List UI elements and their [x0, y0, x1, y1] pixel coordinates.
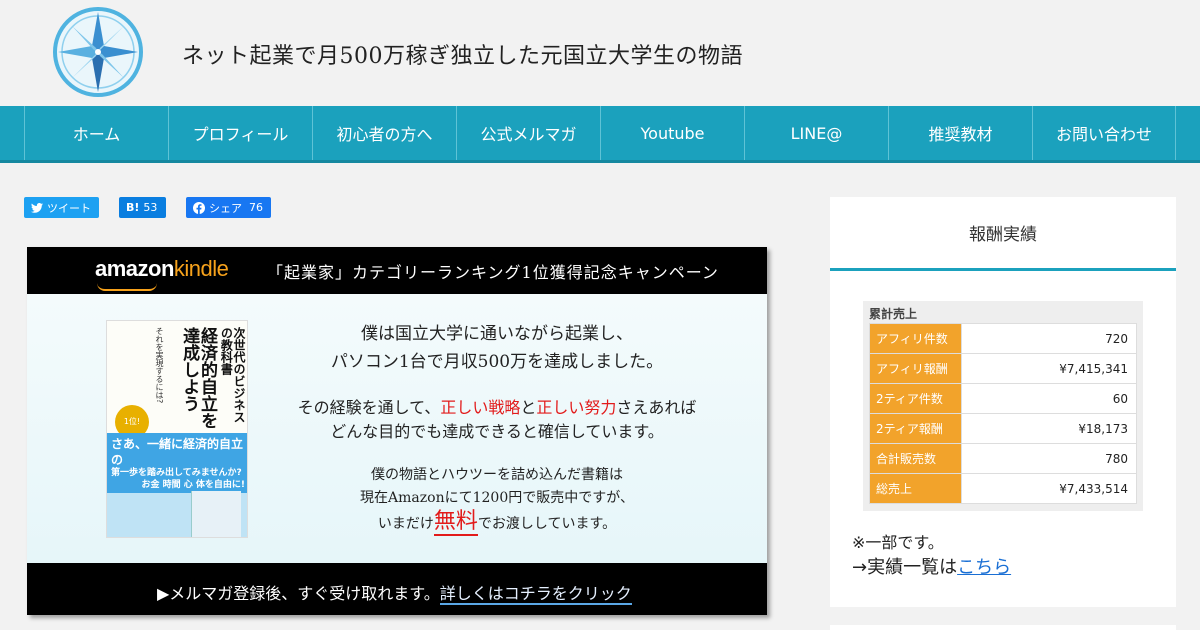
amazon-smile-icon: [97, 283, 157, 291]
banner-paragraph-3: 僕の物語とハウツーを詰め込んだ書籍は 現在Amazonにて1200円で販売中です…: [267, 464, 727, 536]
banner-p3-line1: 僕の物語とハウツーを詰め込んだ書籍は: [371, 467, 623, 483]
twitter-bird-icon: [31, 202, 43, 213]
stat-key: アフィリ報酬: [869, 353, 962, 384]
sidebar-more-prefix: →実績一覧は: [852, 557, 958, 578]
nav-item-youtube[interactable]: Youtube: [600, 106, 744, 160]
stat-key: 2ティア件数: [869, 383, 962, 414]
banner-cta-link[interactable]: 詳しくはコチラをクリック: [439, 584, 632, 605]
banner-p2-red2: 正しい努力: [536, 398, 617, 417]
banner-p1-line1: 僕は国立大学に通いながら起業し、: [361, 324, 633, 344]
compass-logo-icon[interactable]: [52, 6, 144, 98]
sidebar-next-widget: [830, 625, 1176, 630]
stat-value: 60: [961, 383, 1137, 414]
banner-p2-line2: どんな目的でも達成できると確信しています。: [330, 422, 664, 441]
kindle-campaign-banner[interactable]: amazonkindle 「起業家」カテゴリーランキング1位獲得記念キャンペーン…: [27, 247, 767, 615]
banner-p3-line3: いまだけ無料でお渡ししています。: [267, 509, 727, 536]
book-cover-top: 次世代のビジネスの教科書 経済的自立を達成しよう それを実現するには? 1位!: [107, 321, 247, 439]
stats-table: アフィリ件数 720 アフィリ報酬 ¥7,415,341 2ティア件数 60 2ティア…: [869, 323, 1137, 504]
sales-stats-image: 累計売上 アフィリ件数 720 アフィリ報酬 ¥7,415,341 2ティア件数 60…: [863, 301, 1143, 511]
banner-free-text: 無料: [433, 509, 478, 536]
book-blue-line2: 第一歩を踏み出してみませんか?: [111, 468, 242, 479]
book-title-big: 経済的自立を達成しよう: [179, 327, 217, 429]
table-row: 総売上 ¥7,433,514: [869, 473, 1137, 504]
banner-p2-line1: その経験を通して、正しい戦略と正しい努力さえあれば: [267, 396, 727, 420]
twitter-share-label: ツイート: [47, 201, 91, 215]
banner-cta[interactable]: ▶メルマガ登録後、すぐ受け取れます。詳しくはコチラをクリック: [157, 580, 632, 605]
stats-label: 累計売上: [869, 307, 918, 321]
book-subtitle: それを実現するには?: [155, 327, 164, 404]
sidebar-rewards-widget: 報酬実績 累計売上 アフィリ件数 720 アフィリ報酬 ¥7,415,341 2ティ…: [830, 197, 1176, 607]
banner-header: amazonkindle 「起業家」カテゴリーランキング1位獲得記念キャンペーン: [27, 247, 767, 294]
campaign-title: 「起業家」カテゴリーランキング1位獲得記念キャンペーン: [267, 263, 719, 282]
nav-item-mailmag[interactable]: 公式メルマガ: [456, 106, 600, 160]
facebook-icon: [193, 201, 205, 214]
nav-item-home[interactable]: ホーム: [24, 106, 168, 160]
banner-p3-line2: 現在Amazonにて1200円で販売中ですが、: [360, 490, 634, 506]
sidebar-more-line: →実績一覧はこちら: [852, 553, 1011, 579]
banner-body: 次世代のビジネスの教科書 経済的自立を達成しよう それを実現するには? 1位! …: [27, 294, 767, 563]
stat-value: ¥18,173: [961, 413, 1137, 444]
table-row: 2ティア報酬 ¥18,173: [869, 413, 1137, 444]
site-title[interactable]: ネット起業で月500万稼ぎ独立した元国立大学生の物語: [182, 38, 743, 70]
table-row: 2ティア件数 60: [869, 383, 1137, 414]
facebook-count: 76: [249, 201, 263, 214]
book-cover-blue-band: さあ、一緒に経済的自立の 第一歩を踏み出してみませんか? お金 時間 心 体を自…: [107, 433, 247, 493]
banner-p3-pre: いまだけ: [377, 516, 434, 532]
facebook-share-button[interactable]: シェア 76: [186, 197, 271, 218]
nav-item-beginners[interactable]: 初心者の方へ: [312, 106, 456, 160]
facebook-share-label: シェア: [209, 201, 242, 215]
table-row: アフィリ件数 720: [869, 323, 1137, 354]
stat-key: 2ティア報酬: [869, 413, 962, 444]
stat-value: ¥7,433,514: [961, 473, 1137, 504]
banner-p1-line2: パソコン1台で月収500万を達成しました。: [330, 352, 664, 372]
stat-key: 合計販売数: [869, 443, 962, 474]
banner-paragraph-1: 僕は国立大学に通いながら起業し、 パソコン1台で月収500万を達成しました。: [267, 320, 727, 376]
banner-p2-a: その経験を通して、: [297, 398, 441, 417]
twitter-share-button[interactable]: ツイート: [24, 197, 99, 218]
stat-key: アフィリ件数: [869, 323, 962, 354]
sidebar-widget-title: 報酬実績: [830, 197, 1176, 271]
hatena-count: 53: [143, 201, 158, 214]
results-list-link[interactable]: こちら: [957, 557, 1011, 578]
banner-p2-b: と: [520, 398, 537, 417]
banner-cta-text: ▶メルマガ登録後、すぐ受け取れます。: [157, 584, 440, 603]
book-illustration-image: [191, 491, 241, 537]
hatena-bookmark-button[interactable]: B! 53: [119, 197, 166, 218]
banner-footer: ▶メルマガ登録後、すぐ受け取れます。詳しくはコチラをクリック: [27, 563, 767, 615]
banner-p3-post: でお渡ししています。: [477, 516, 617, 532]
book-cover-image: 次世代のビジネスの教科書 経済的自立を達成しよう それを実現するには? 1位! …: [106, 320, 248, 538]
stat-key: 総売上: [869, 473, 962, 504]
book-blue-line3: お金 時間 心 体を自由に!: [141, 479, 245, 490]
nav-item-profile[interactable]: プロフィール: [168, 106, 312, 160]
stat-value: 720: [961, 323, 1137, 354]
stat-value: ¥7,415,341: [961, 353, 1137, 384]
nav-item-contact[interactable]: お問い合わせ: [1032, 106, 1176, 160]
table-row: 合計販売数 780: [869, 443, 1137, 474]
nav-item-line[interactable]: LINE@: [744, 106, 888, 160]
stat-value: 780: [961, 443, 1137, 474]
kindle-logo-text: kindle: [173, 256, 229, 281]
amazon-kindle-logo: amazonkindle: [95, 256, 229, 282]
nav-item-recommended[interactable]: 推奨教材: [888, 106, 1032, 160]
table-row: アフィリ報酬 ¥7,415,341: [869, 353, 1137, 384]
book-title-small: 次世代のビジネスの教科書: [219, 327, 246, 423]
amazon-logo-text: amazon: [95, 256, 174, 281]
hatena-icon: B!: [126, 201, 140, 214]
site-header: ネット起業で月500万稼ぎ独立した元国立大学生の物語: [0, 0, 1200, 106]
banner-p2-c: さえあれば: [616, 398, 697, 417]
main-nav: ホーム プロフィール 初心者の方へ 公式メルマガ Youtube LINE@ 推…: [0, 106, 1200, 163]
banner-p2-red1: 正しい戦略: [440, 398, 521, 417]
banner-paragraph-2: その経験を通して、正しい戦略と正しい努力さえあれば どんな目的でも達成できると確…: [267, 396, 727, 444]
sidebar-note: ※一部です。: [852, 533, 944, 552]
book-blue-line1: さあ、一緒に経済的自立の: [111, 437, 244, 467]
